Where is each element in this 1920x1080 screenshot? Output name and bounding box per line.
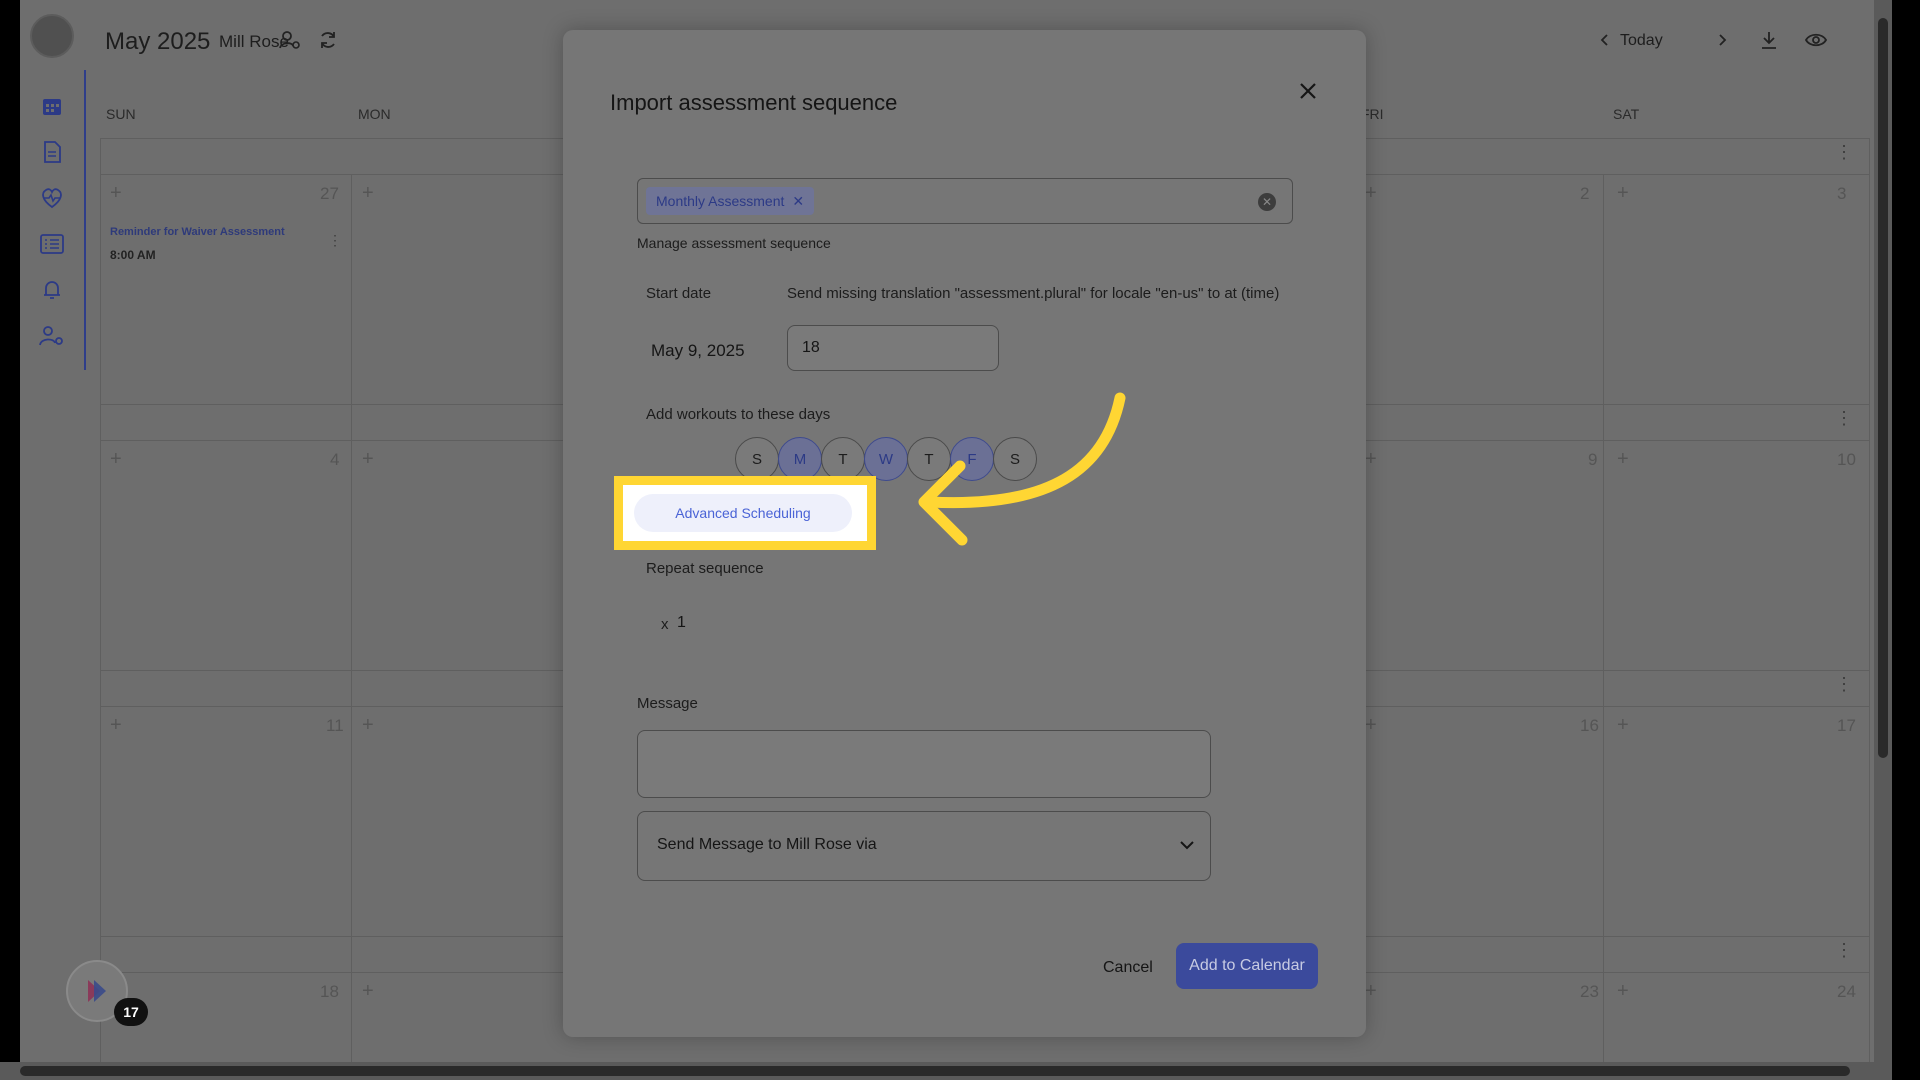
- event-time: 8:00 AM: [110, 248, 156, 262]
- add-event-plus[interactable]: +: [1365, 182, 1377, 205]
- annotation-arrow-icon: [900, 390, 1180, 570]
- add-event-plus[interactable]: +: [1365, 448, 1377, 471]
- next-chevron-icon[interactable]: [1710, 28, 1734, 52]
- download-icon[interactable]: [1757, 28, 1781, 52]
- date-number: 4: [330, 450, 339, 470]
- add-event-plus[interactable]: +: [1617, 448, 1629, 471]
- avatar[interactable]: [30, 14, 74, 58]
- date-number: 18: [320, 982, 339, 1002]
- advanced-scheduling-button[interactable]: Advanced Scheduling: [634, 494, 852, 532]
- day-toggle[interactable]: T: [821, 437, 865, 481]
- modal-title: Import assessment sequence: [610, 90, 897, 116]
- event-more-icon[interactable]: ⋮: [328, 232, 342, 249]
- cancel-button[interactable]: Cancel: [1097, 958, 1159, 978]
- sequence-select[interactable]: Monthly Assessment ✕ ✕: [637, 178, 1293, 224]
- user-settings-icon[interactable]: [38, 322, 66, 350]
- sequence-chip: Monthly Assessment ✕: [646, 187, 814, 215]
- add-to-calendar-button[interactable]: Add to Calendar: [1176, 943, 1318, 989]
- send-via-select[interactable]: Send Message to Mill Rose via: [637, 811, 1211, 881]
- date-number: 24: [1837, 982, 1856, 1002]
- helper-logo-icon: [80, 974, 114, 1008]
- message-label: Message: [637, 695, 698, 712]
- week-more-icon[interactable]: ⋮: [1835, 674, 1853, 695]
- add-event-plus[interactable]: +: [362, 980, 374, 1003]
- add-event-plus[interactable]: +: [1617, 182, 1629, 205]
- heart-pulse-icon[interactable]: [38, 184, 66, 212]
- chevron-down-icon: [1178, 836, 1196, 854]
- grid-line: [1603, 174, 1604, 1062]
- message-textarea[interactable]: [637, 730, 1211, 798]
- add-event-plus[interactable]: +: [362, 448, 374, 471]
- add-event-plus[interactable]: +: [1617, 714, 1629, 737]
- grid-line: [100, 138, 101, 1062]
- today-button[interactable]: Today: [1620, 32, 1663, 50]
- grid-line: [1869, 138, 1870, 1062]
- list-icon[interactable]: [38, 230, 66, 258]
- vertical-scroll-thumb[interactable]: [1878, 18, 1888, 758]
- date-number: 11: [326, 716, 344, 736]
- close-button[interactable]: [1293, 76, 1323, 106]
- highlight-frame: Advanced Scheduling: [614, 476, 876, 550]
- manage-sequence-link[interactable]: Manage assessment sequence: [637, 235, 831, 251]
- bell-icon[interactable]: [38, 276, 66, 304]
- prev-chevron-icon[interactable]: [1593, 28, 1617, 52]
- days-label: Add workouts to these days: [646, 406, 830, 423]
- horizontal-scrollbar[interactable]: [0, 1062, 1892, 1080]
- date-number: 23: [1580, 982, 1599, 1002]
- clear-selection-icon[interactable]: ✕: [1258, 193, 1276, 211]
- send-via-label: Send Message to Mill Rose via: [657, 836, 877, 854]
- chip-remove-icon[interactable]: ✕: [792, 193, 804, 210]
- week-more-icon[interactable]: ⋮: [1835, 408, 1853, 429]
- horizontal-scroll-thumb[interactable]: [20, 1066, 1850, 1076]
- calendar-icon[interactable]: [38, 92, 66, 120]
- date-number: 10: [1837, 450, 1856, 470]
- repeat-multiplier: x: [661, 616, 669, 633]
- day-toggle[interactable]: S: [735, 437, 779, 481]
- day-header-sat: SAT: [1613, 106, 1639, 122]
- eye-icon[interactable]: [1804, 28, 1828, 52]
- vertical-scrollbar[interactable]: [1874, 0, 1892, 1062]
- add-event-plus[interactable]: +: [1365, 714, 1377, 737]
- sidebar: [20, 70, 86, 370]
- time-label: Send missing translation "assessment.plu…: [787, 285, 1279, 302]
- time-input[interactable]: [787, 325, 999, 371]
- day-toggle[interactable]: M: [778, 437, 822, 481]
- date-number: 9: [1588, 450, 1597, 470]
- date-number: 2: [1580, 184, 1589, 204]
- add-event-plus[interactable]: +: [362, 714, 374, 737]
- add-event-plus[interactable]: +: [362, 182, 374, 205]
- start-date-label: Start date: [646, 285, 711, 302]
- close-icon: [1299, 82, 1317, 100]
- add-event-plus[interactable]: +: [1617, 980, 1629, 1003]
- client-settings-icon[interactable]: [278, 28, 302, 52]
- add-event-plus[interactable]: +: [110, 448, 122, 471]
- event-title[interactable]: Reminder for Waiver Assessment: [110, 226, 285, 238]
- document-icon[interactable]: [38, 138, 66, 166]
- helper-count-badge: 17: [114, 998, 148, 1026]
- add-event-plus[interactable]: +: [1365, 980, 1377, 1003]
- day-header-sun: SUN: [106, 106, 136, 122]
- add-event-plus[interactable]: +: [110, 182, 122, 205]
- start-date-value[interactable]: May 9, 2025: [651, 341, 745, 361]
- repeat-label: Repeat sequence: [646, 560, 764, 577]
- refresh-icon[interactable]: [316, 28, 340, 52]
- month-title: May 2025: [105, 28, 210, 56]
- date-number: 17: [1837, 716, 1856, 736]
- week-more-icon[interactable]: ⋮: [1835, 940, 1853, 961]
- date-number: 3: [1837, 184, 1846, 204]
- date-number: 16: [1580, 716, 1599, 736]
- sequence-chip-label: Monthly Assessment: [656, 193, 784, 209]
- grid-line: [351, 174, 352, 1062]
- day-header-mon: MON: [358, 106, 391, 122]
- week-more-icon[interactable]: ⋮: [1835, 142, 1853, 163]
- repeat-count-input[interactable]: 1: [677, 614, 686, 632]
- add-event-plus[interactable]: +: [110, 714, 122, 737]
- date-number: 27: [320, 184, 339, 204]
